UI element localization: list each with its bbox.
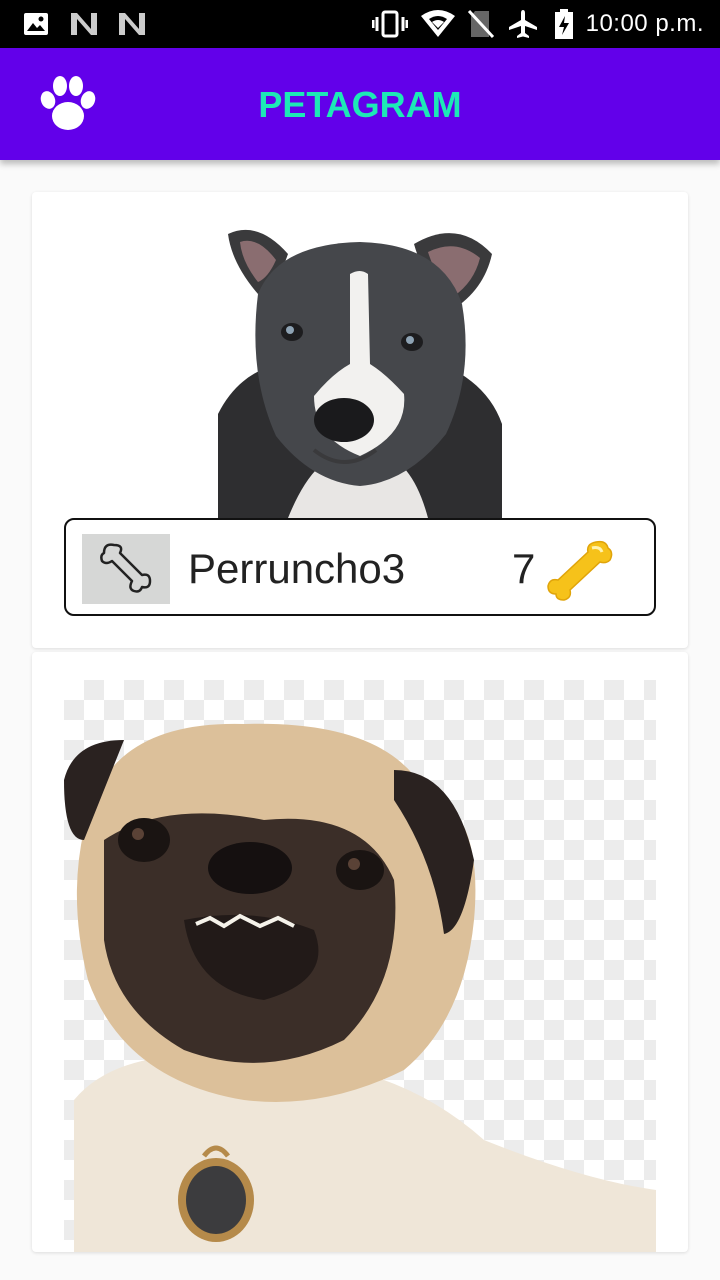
status-time: 10:00 p.m. bbox=[585, 10, 704, 37]
gold-bone-icon bbox=[546, 536, 614, 604]
battery-charging-icon bbox=[552, 9, 576, 39]
vibrate-icon bbox=[372, 10, 408, 38]
pet-photo-pug bbox=[64, 680, 656, 1252]
wifi-icon bbox=[420, 10, 456, 38]
status-bar: 10:00 p.m. bbox=[0, 0, 720, 48]
airplane-mode-icon bbox=[506, 10, 540, 38]
bone-outline-icon bbox=[96, 537, 156, 602]
pet-photo-pitbull bbox=[218, 224, 502, 518]
pet-info-bar: Perruncho3 7 bbox=[64, 518, 656, 616]
like-button[interactable] bbox=[82, 534, 170, 604]
app-bar: PETAGRAM bbox=[0, 48, 720, 160]
image-icon bbox=[22, 10, 50, 38]
pet-card[interactable]: Perruncho3 7 bbox=[32, 192, 688, 648]
pet-name: Perruncho3 bbox=[188, 545, 406, 592]
n-notification-icon bbox=[116, 10, 148, 38]
n-notification-icon bbox=[68, 10, 100, 38]
app-title: PETAGRAM bbox=[258, 84, 462, 125]
pet-rating: 7 bbox=[512, 545, 536, 592]
pet-card[interactable] bbox=[32, 652, 688, 1252]
no-sim-icon bbox=[466, 9, 496, 39]
